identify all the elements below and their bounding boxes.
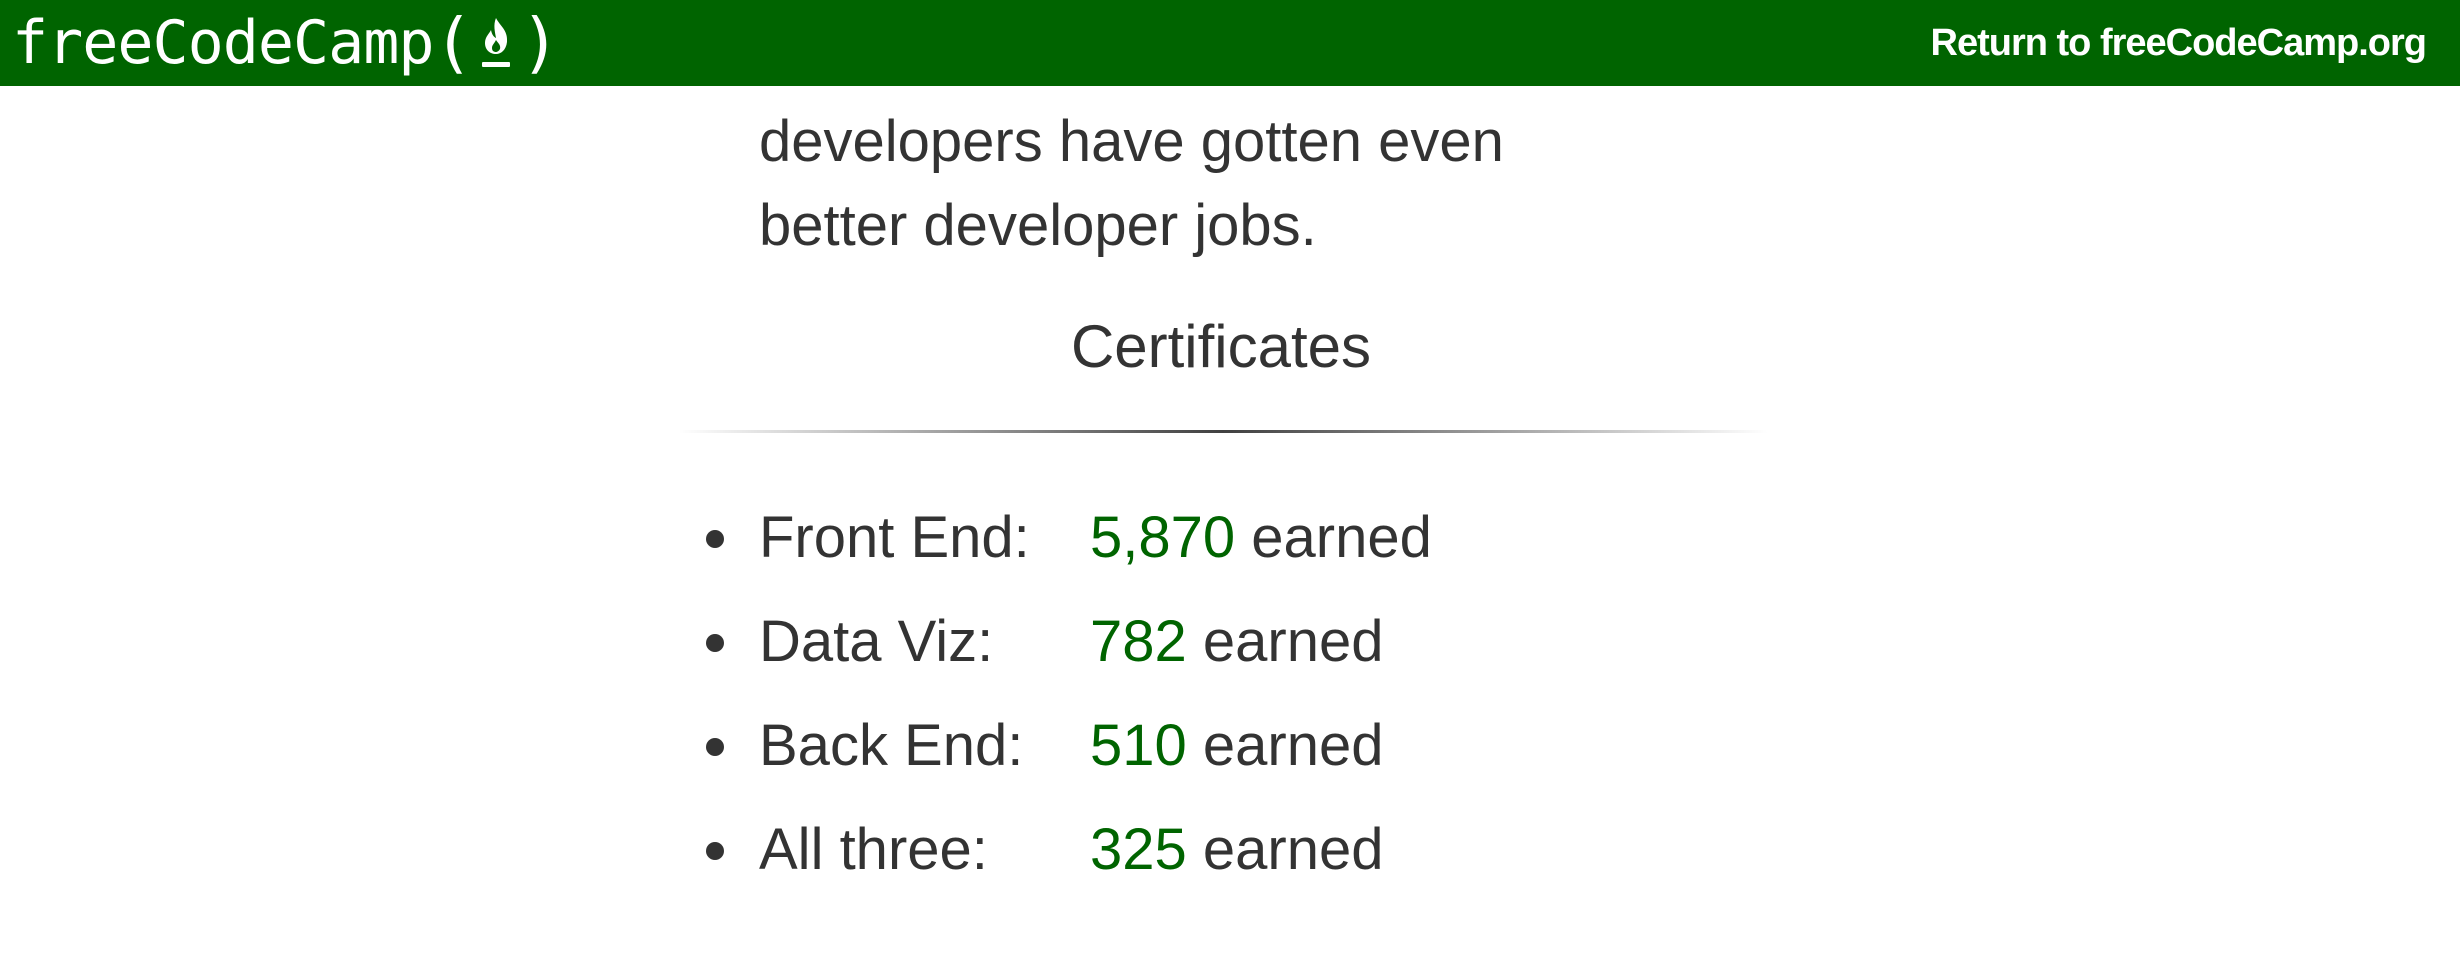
certificate-suffix: earned [1202,817,1384,882]
certificate-suffix: earned [1202,609,1384,674]
certificate-suffix: earned [1202,713,1384,778]
intro-line: developers have gotten even [759,109,1504,174]
logo-paren-open: ( [433,4,473,81]
bullet-icon [706,738,724,756]
certificate-value: 782 earned [1090,590,1384,694]
certificate-value: 325 earned [1090,798,1384,902]
certificate-item-front-end: Front End: 5,870 earned [0,486,2460,590]
fire-icon [482,18,511,67]
certificate-label: Data Viz: [759,609,994,674]
certificate-label: Front End: [759,505,1030,570]
top-navbar: freeCodeCamp ( ) Return to freeCodeCamp.… [0,0,2460,86]
intro-line: better developer jobs. [759,193,1317,258]
certificate-value: 510 earned [1090,694,1384,798]
freecodecamp-logo[interactable]: freeCodeCamp ( ) [12,4,560,81]
logo-text: freeCodeCamp [12,8,434,78]
intro-paragraph: developers have gotten even better devel… [759,100,1559,268]
return-to-freecodecamp-link[interactable]: Return to freeCodeCamp.org [1931,22,2427,65]
section-divider [678,430,1768,433]
certificate-item-all-three: All three: 325 earned [0,798,2460,902]
bullet-icon [706,634,724,652]
certificates-heading: Certificates [1070,313,1372,380]
certificate-count: 510 [1090,713,1187,778]
bullet-icon [706,842,724,860]
logo-paren-close: ) [520,4,560,81]
certificate-value: 5,870 earned [1090,486,1432,590]
certificate-suffix: earned [1251,505,1432,570]
certificate-count: 5,870 [1090,505,1236,570]
certificate-label: Back End: [759,713,1024,778]
certificate-count: 325 [1090,817,1187,882]
certificate-item-data-viz: Data Viz: 782 earned [0,590,2460,694]
certificate-label: All three: [759,817,988,882]
certificate-item-back-end: Back End: 510 earned [0,694,2460,798]
certificate-count: 782 [1090,609,1187,674]
bullet-icon [706,530,724,548]
